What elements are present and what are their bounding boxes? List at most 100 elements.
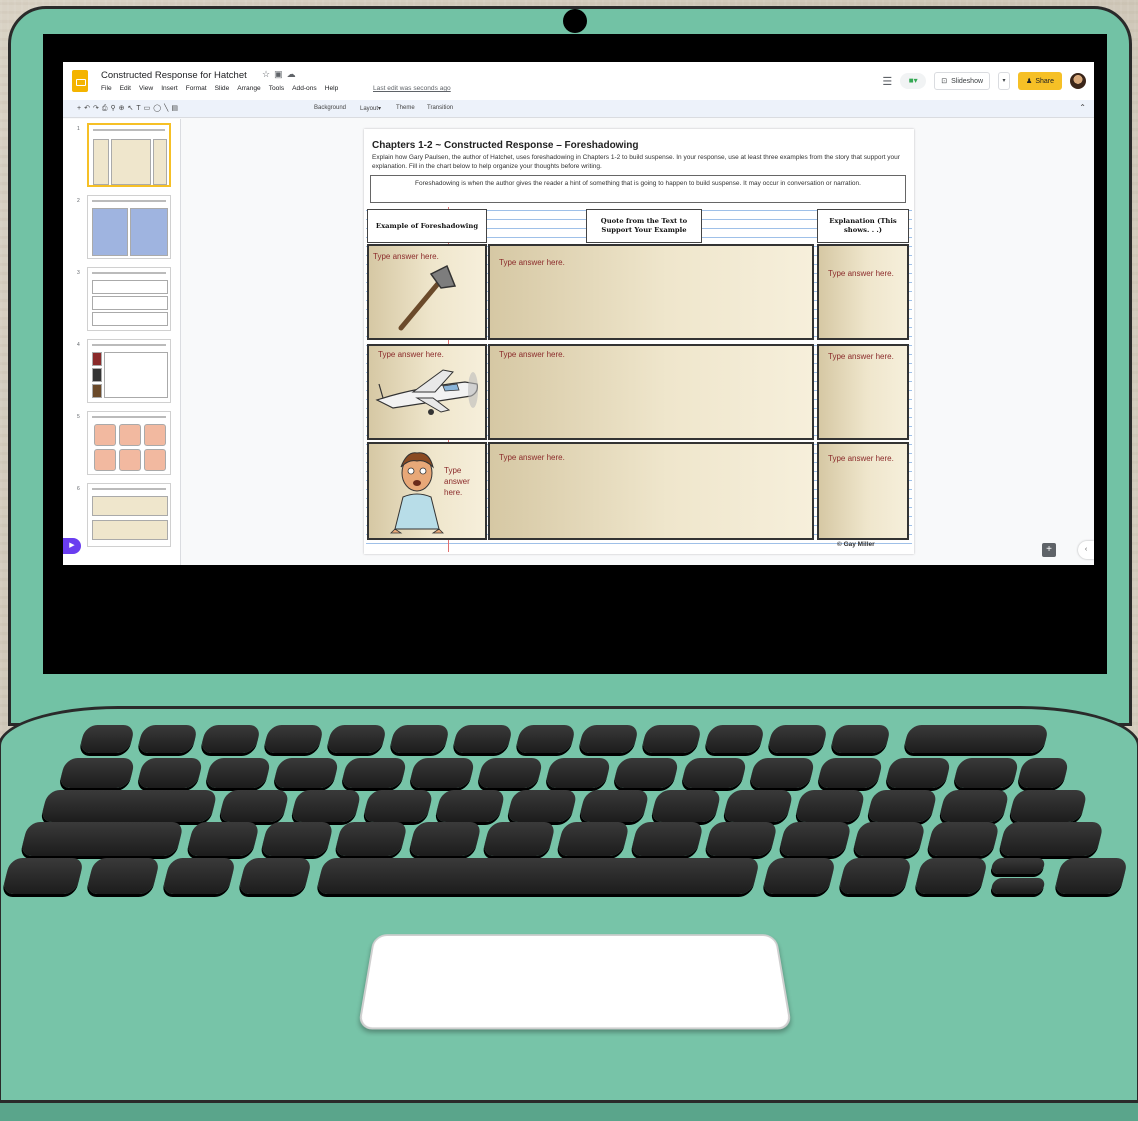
quote-cell-3[interactable]: Type answer here. xyxy=(488,442,814,540)
menu-addons[interactable]: Add-ons xyxy=(292,85,317,92)
menu-help[interactable]: Help xyxy=(325,85,339,92)
slide-thumbnail-2[interactable]: 2 xyxy=(67,195,171,261)
laptop-base-edge xyxy=(0,1100,1138,1121)
keyboard-key xyxy=(40,790,218,822)
slideshow-button[interactable]: ⊡ Slideshow xyxy=(934,72,991,90)
answer-text[interactable]: Type answer here. xyxy=(499,452,565,463)
menu-edit[interactable]: Edit xyxy=(120,85,131,92)
comment-history-icon[interactable]: ☰ xyxy=(882,75,892,88)
answer-text[interactable]: Type answer here. xyxy=(499,349,565,360)
scared-boy-icon xyxy=(390,452,444,534)
side-panel-toggle-icon[interactable]: ‹ xyxy=(1078,541,1094,559)
thumbnail-preview xyxy=(87,411,171,475)
select-icon[interactable]: ↖ xyxy=(127,105,136,112)
paint-format-icon[interactable]: ⚲ xyxy=(110,105,118,112)
keyboard-key xyxy=(333,822,409,856)
keyboard-key xyxy=(577,725,640,753)
menu-format[interactable]: Format xyxy=(186,85,207,92)
example-cell-3[interactable]: Type answer here. xyxy=(367,442,487,540)
menu-view[interactable]: View xyxy=(139,85,153,92)
keyboard-key xyxy=(640,725,703,753)
slide-number: 3 xyxy=(77,270,80,276)
folder-icon[interactable]: ▣ xyxy=(274,69,287,79)
quote-cell-2[interactable]: Type answer here. xyxy=(488,344,814,440)
keyboard-key xyxy=(58,758,136,788)
keyboard-key xyxy=(925,822,1001,856)
answer-text[interactable]: Type answer here. xyxy=(499,257,565,268)
keyboard-key xyxy=(680,758,748,788)
keyboard-key xyxy=(237,858,313,894)
theme-button[interactable]: Theme xyxy=(396,105,415,111)
keyboard-key xyxy=(451,725,514,753)
meet-camera-icon[interactable]: ▶ xyxy=(63,538,81,554)
keyboard-key xyxy=(85,858,161,894)
slide[interactable]: Chapters 1-2 ~ Constructed Response – Fo… xyxy=(364,129,914,554)
transition-button[interactable]: Transition xyxy=(427,105,453,111)
keyboard-key xyxy=(259,822,335,856)
image-icon[interactable]: ▭ xyxy=(144,105,154,112)
keyboard-key xyxy=(555,822,631,856)
layout-button[interactable]: Layout▾ xyxy=(360,105,381,112)
keyboard-key xyxy=(407,822,483,856)
quote-cell-1[interactable]: Type answer here. xyxy=(488,244,814,340)
document-title[interactable]: Constructed Response for Hatchet xyxy=(101,70,247,81)
keyboard-key xyxy=(204,758,272,788)
keyboard-key xyxy=(136,725,199,753)
answer-text[interactable]: Type answer here. xyxy=(828,268,898,279)
axe-icon xyxy=(398,264,457,331)
example-cell-1[interactable]: Type answer here. xyxy=(367,244,487,340)
keyboard-key xyxy=(408,758,476,788)
undo-icon[interactable]: ↶ xyxy=(84,105,93,112)
explore-icon[interactable]: + xyxy=(1042,543,1056,557)
answer-text[interactable]: Type answer here. xyxy=(378,349,444,360)
slide-thumbnail-4[interactable]: 4 xyxy=(67,339,171,405)
keyboard-key xyxy=(703,822,779,856)
keyboard-key xyxy=(816,758,884,788)
keyboard-key xyxy=(829,725,892,753)
answer-text[interactable]: Type answer here. xyxy=(444,465,484,498)
slideshow-dropdown[interactable]: ▾ xyxy=(998,72,1011,90)
answer-text[interactable]: Type answer here. xyxy=(828,453,898,464)
slide-thumbnail-6[interactable]: 6 xyxy=(67,483,171,549)
menu-slide[interactable]: Slide xyxy=(215,85,230,92)
slide-thumbnail-1[interactable]: 1 xyxy=(67,123,171,189)
shape-icon[interactable]: ◯ xyxy=(153,105,164,112)
background-button[interactable]: Background xyxy=(314,105,346,111)
comment-icon[interactable]: ▤ xyxy=(171,105,181,112)
menu-insert[interactable]: Insert xyxy=(161,85,178,92)
slides-logo-icon[interactable] xyxy=(72,70,88,92)
menu-file[interactable]: File xyxy=(101,85,112,92)
slide-filmstrip[interactable]: 1 2 3 4 5 6 xyxy=(63,119,181,565)
slide-number: 1 xyxy=(77,126,80,132)
example-cell-2[interactable]: Type answer here. xyxy=(367,344,487,440)
explanation-cell-1[interactable]: Type answer here. xyxy=(817,244,909,340)
toolbar: +↶↷⎙⚲⊕↖T▭◯╲▤ Background Layout▾ Theme Tr… xyxy=(63,100,1094,118)
keyboard-key xyxy=(290,790,362,822)
cloud-icon[interactable]: ☁ xyxy=(287,69,300,79)
text-box-icon[interactable]: T xyxy=(136,105,143,112)
meet-button[interactable]: ■▾ xyxy=(900,73,927,89)
slide-instructions: Explain how Gary Paulsen, the author of … xyxy=(372,154,900,170)
menu-arrange[interactable]: Arrange xyxy=(237,85,260,92)
explanation-cell-3[interactable]: Type answer here. xyxy=(817,442,909,540)
keyboard-key xyxy=(794,790,866,822)
explanation-cell-2[interactable]: Type answer here. xyxy=(817,344,909,440)
slide-thumbnail-3[interactable]: 3 xyxy=(67,267,171,333)
collapse-menus-icon[interactable]: ⌃ xyxy=(1079,103,1086,112)
header-example: Example of Foreshadowing xyxy=(367,209,487,243)
redo-icon[interactable]: ↷ xyxy=(93,105,102,112)
spacebar-key xyxy=(315,858,761,894)
answer-text[interactable]: Type answer here. xyxy=(828,351,898,362)
answer-text[interactable]: Type answer here. xyxy=(373,251,439,262)
keyboard-key xyxy=(777,822,853,856)
avatar[interactable] xyxy=(1070,73,1086,89)
star-icon[interactable]: ☆ xyxy=(262,69,274,79)
keyboard-key xyxy=(136,758,204,788)
menu-tools[interactable]: Tools xyxy=(269,85,284,92)
share-button[interactable]: ♟ Share xyxy=(1018,72,1062,90)
webcam xyxy=(563,9,587,33)
last-edit-link[interactable]: Last edit was seconds ago xyxy=(373,85,451,92)
slide-thumbnail-5[interactable]: 5 xyxy=(67,411,171,477)
keyboard-key xyxy=(913,858,989,894)
keyboard-key xyxy=(1008,790,1088,822)
